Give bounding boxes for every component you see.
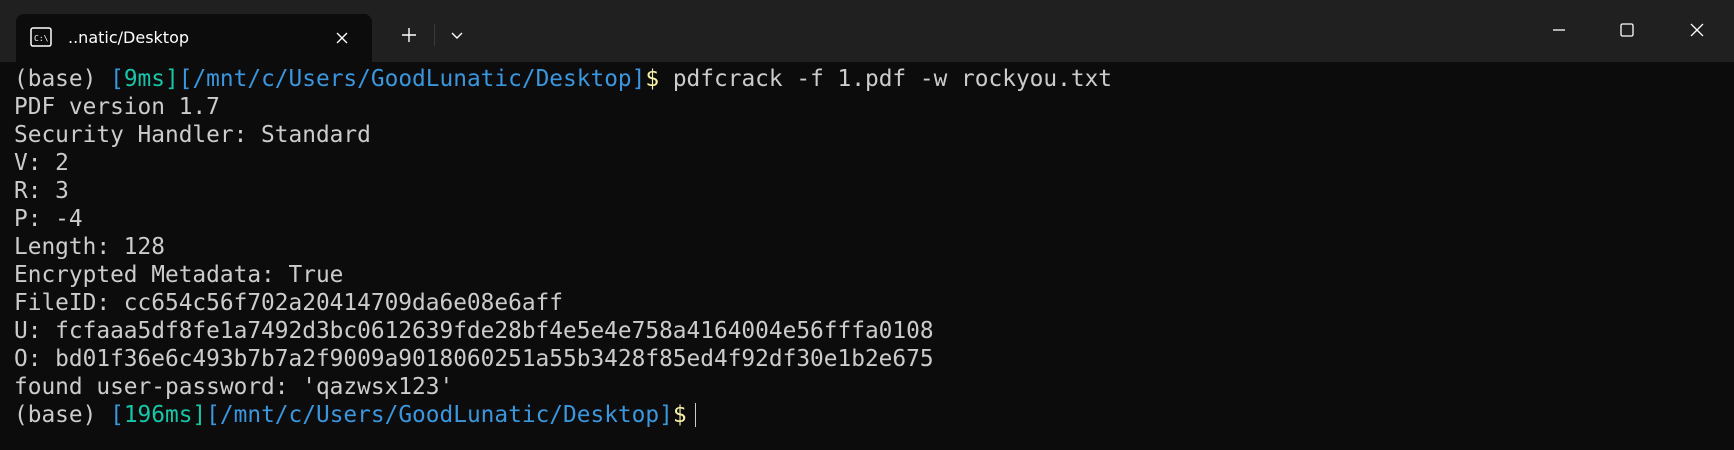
prompt-line: (base) [9ms][/mnt/c/Users/GoodLunatic/De… xyxy=(14,65,1734,93)
prompt-time: 196ms] xyxy=(123,402,207,428)
window-close-button[interactable] xyxy=(1674,10,1720,50)
prompt-path: [/mnt/c/Users/GoodLunatic/Desktop] xyxy=(178,66,646,92)
prompt-open-bracket: [ xyxy=(110,66,124,92)
prompt-line[interactable]: (base) [196ms][/mnt/c/Users/GoodLunatic/… xyxy=(14,401,1734,429)
svg-text:C:\: C:\ xyxy=(34,34,49,43)
tab-title: ..natic/Desktop xyxy=(68,28,190,47)
output-line: PDF version 1.7 xyxy=(14,94,220,120)
tab-close-button[interactable] xyxy=(330,26,354,50)
prompt-env: (base) xyxy=(14,402,111,428)
prompt-symbol: $ xyxy=(645,66,660,92)
text-cursor xyxy=(694,403,696,427)
output-line: P: -4 xyxy=(14,206,83,232)
terminal-icon: C:\ xyxy=(30,27,52,47)
prompt-time: 9ms] xyxy=(123,66,179,92)
output-line: O: bd01f36e6c493b7b7a2f9009a9018060251a5… xyxy=(14,346,934,372)
prompt-open-bracket: [ xyxy=(110,402,124,428)
minimize-icon xyxy=(1553,29,1565,31)
close-icon xyxy=(1690,23,1704,37)
prompt-env: (base) xyxy=(14,66,111,92)
new-tab-button[interactable] xyxy=(392,18,426,52)
minimize-button[interactable] xyxy=(1536,10,1582,50)
maximize-button[interactable] xyxy=(1604,10,1650,50)
prompt-path: [/mnt/c/Users/GoodLunatic/Desktop] xyxy=(206,402,673,428)
terminal-output[interactable]: (base) [9ms][/mnt/c/Users/GoodLunatic/De… xyxy=(0,62,1734,450)
output-line: V: 2 xyxy=(14,150,69,176)
output-line: FileID: cc654c56f702a20414709da6e08e6aff xyxy=(14,290,563,316)
title-bar[interactable]: C:\ ..natic/Desktop xyxy=(0,0,1734,62)
close-icon xyxy=(336,32,348,44)
plus-icon xyxy=(402,28,416,42)
prompt-symbol: $ xyxy=(672,402,687,428)
output-line: R: 3 xyxy=(14,178,69,204)
output-line: Length: 128 xyxy=(14,234,165,260)
output-line: found user-password: 'qazwsx123' xyxy=(14,374,454,400)
tab-dropdown-button[interactable] xyxy=(440,18,474,52)
tab-divider xyxy=(434,24,435,46)
output-line: Encrypted Metadata: True xyxy=(14,262,344,288)
output-line: U: fcfaaa5df8fe1a7492d3bc0612639fde28bf4… xyxy=(14,318,934,344)
tab-desktop[interactable]: C:\ ..natic/Desktop xyxy=(16,14,372,62)
chevron-down-icon xyxy=(451,32,463,39)
maximize-icon xyxy=(1620,23,1634,37)
output-line: Security Handler: Standard xyxy=(14,122,371,148)
terminal-window: C:\ ..natic/Desktop (base) [9ms][/mnt/c/… xyxy=(0,0,1734,450)
command-text: pdfcrack -f 1.pdf -w rockyou.txt xyxy=(659,66,1113,92)
